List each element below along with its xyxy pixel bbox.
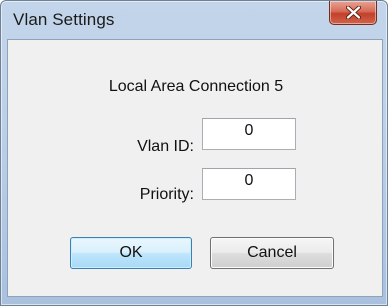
priority-label: Priority: — [139, 186, 194, 203]
vlan-id-label: Vlan ID: — [137, 138, 194, 155]
vlan-id-input[interactable] — [202, 118, 296, 150]
priority-input[interactable] — [202, 168, 296, 200]
window-title: Vlan Settings — [13, 10, 115, 29]
title-bar[interactable]: Vlan Settings — [1, 1, 387, 39]
connection-name: Local Area Connection 5 — [108, 78, 284, 95]
dialog-body: Local Area Connection 5 Vlan ID: Priorit… — [7, 39, 383, 297]
vlan-settings-dialog: Vlan Settings Local Area Connection 5 Vl… — [0, 0, 388, 306]
ok-button[interactable]: OK — [70, 237, 192, 269]
cancel-button[interactable]: Cancel — [210, 237, 334, 269]
close-button[interactable] — [329, 1, 377, 25]
close-icon — [346, 6, 361, 19]
